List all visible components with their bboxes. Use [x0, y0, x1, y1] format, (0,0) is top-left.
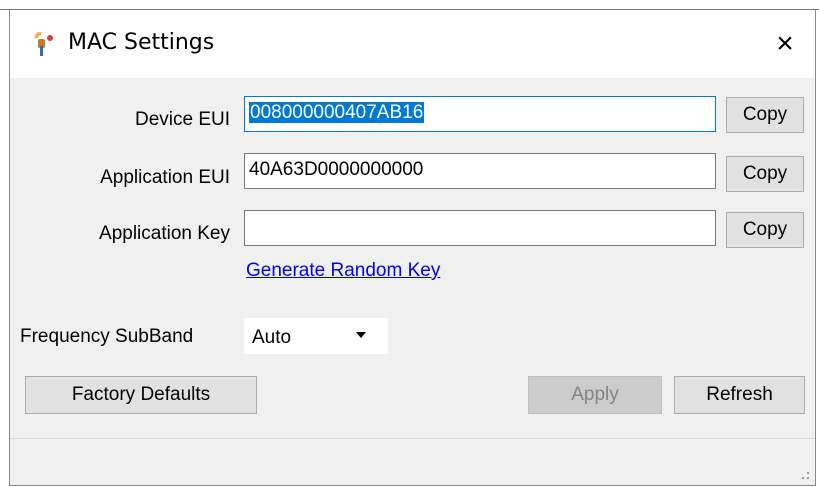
- frequency-subband-select[interactable]: Auto: [244, 318, 388, 354]
- frequency-subband-label: Frequency SubBand: [20, 326, 194, 347]
- frequency-subband-value: Auto: [252, 327, 292, 348]
- title-bar[interactable]: MAC Settings ×: [10, 10, 815, 78]
- generate-random-key-link[interactable]: Generate Random Key: [246, 260, 440, 282]
- resize-grip-icon[interactable]: [800, 471, 810, 481]
- satellite-antenna-icon: [34, 32, 53, 56]
- chevron-down-icon: [356, 332, 366, 338]
- close-icon[interactable]: ×: [765, 24, 805, 64]
- device-eui-value: 008000000407AB16: [249, 102, 425, 123]
- background-window-edge: [0, 0, 819, 10]
- application-key-field[interactable]: [244, 210, 716, 246]
- device-eui-label: Device EUI: [134, 109, 230, 130]
- refresh-button[interactable]: Refresh: [674, 376, 805, 414]
- application-eui-field[interactable]: 40A63D0000000000: [244, 153, 716, 189]
- mac-settings-dialog: MAC Settings × Device EUI 008000000407AB…: [9, 10, 816, 486]
- copy-application-key-button[interactable]: Copy: [726, 212, 804, 248]
- application-key-label: Application Key: [99, 223, 230, 244]
- status-bar-divider: [10, 438, 815, 439]
- window-title: MAC Settings: [68, 30, 215, 55]
- copy-device-eui-button[interactable]: Copy: [726, 97, 804, 133]
- copy-application-eui-button[interactable]: Copy: [726, 156, 804, 192]
- factory-defaults-button[interactable]: Factory Defaults: [25, 376, 257, 414]
- apply-button[interactable]: Apply: [528, 376, 662, 414]
- device-eui-field[interactable]: 008000000407AB16: [244, 96, 716, 132]
- application-eui-label: Application EUI: [100, 167, 230, 188]
